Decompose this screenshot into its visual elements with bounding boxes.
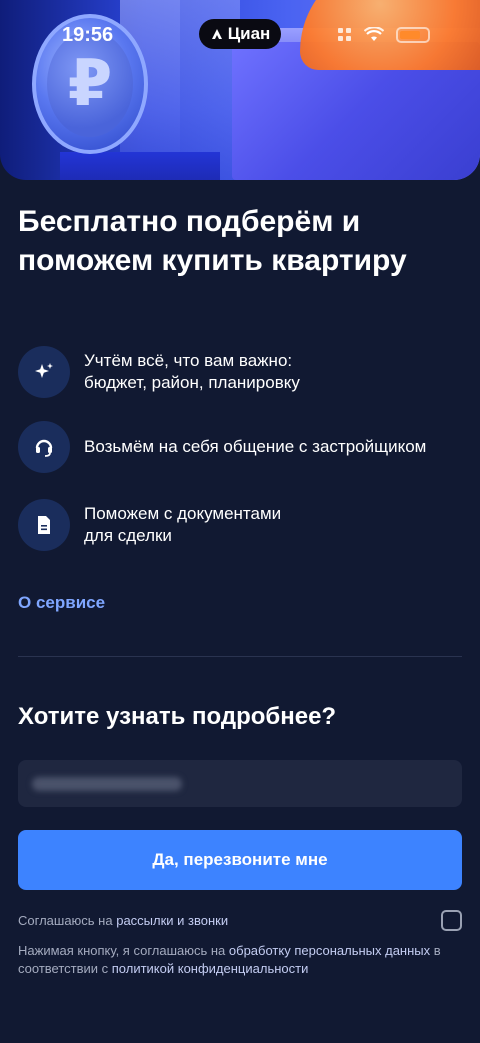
consent-checkbox[interactable] xyxy=(441,910,462,931)
phone-value-blurred xyxy=(32,776,182,791)
document-icon xyxy=(38,516,50,534)
consent-prefix: Соглашаюсь на xyxy=(18,913,117,928)
consent-row: Соглашаюсь на рассылки и звонки xyxy=(18,910,462,931)
feature-icon-wrap xyxy=(18,499,70,551)
status-time: 19:56 xyxy=(62,24,114,46)
battery-icon xyxy=(396,27,430,43)
brand-name: Циан xyxy=(227,24,271,43)
privacy-policy-link[interactable]: политикой конфиденциальности xyxy=(112,961,309,976)
about-service-link[interactable]: О сервисе xyxy=(18,593,105,613)
section-title: Хотите узнать подробнее? xyxy=(18,703,337,730)
sparkle-icon xyxy=(35,363,53,378)
brand-pill: Циан xyxy=(199,19,281,49)
headset-icon xyxy=(35,439,53,457)
feature-item: Поможем с документами для сделки xyxy=(18,499,281,551)
legal-part1: Нажимая кнопку, я соглашаюсь на xyxy=(18,943,229,958)
divider xyxy=(18,656,462,657)
feature-icon-wrap xyxy=(18,346,70,398)
feature-item: Возьмём на себя общение с застройщиком xyxy=(18,421,426,473)
legal-text: Нажимая кнопку, я соглашаюсь на обработк… xyxy=(18,942,458,978)
callback-button[interactable]: Да, перезвоните мне xyxy=(18,830,462,890)
feature-text: Возьмём на себя общение с застройщиком xyxy=(84,437,427,456)
personal-data-link[interactable]: обработку персональных данных xyxy=(229,943,430,958)
feature-item: Учтём всё, что вам важно: бюджет, район,… xyxy=(18,346,300,398)
feature-text: Учтём всё, что вам важно: бюджет, район,… xyxy=(84,351,300,392)
mailing-consent-link[interactable]: рассылки и звонки xyxy=(116,913,228,928)
phone-input[interactable] xyxy=(18,760,462,807)
feature-text: Поможем с документами для сделки xyxy=(84,504,282,545)
page-title: Бесплатно подберём и поможем купить квар… xyxy=(18,205,407,277)
status-icons xyxy=(338,27,430,43)
wifi-icon xyxy=(364,27,384,41)
signal-icon xyxy=(338,28,352,42)
feature-icon-wrap xyxy=(18,421,70,473)
cian-logo-icon xyxy=(211,29,222,39)
consent-text: Соглашаюсь на рассылки и звонки xyxy=(18,913,228,928)
decor-pedestal xyxy=(60,152,220,180)
